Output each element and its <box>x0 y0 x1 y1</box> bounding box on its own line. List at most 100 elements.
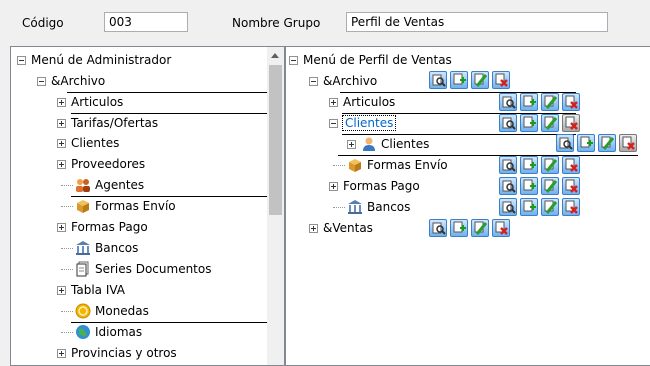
collapse-icon[interactable] <box>329 118 338 128</box>
tree-node-clientes[interactable]: Clientes <box>57 133 119 153</box>
tree-node-articulos[interactable]: Articulos <box>57 92 123 112</box>
tree-label: &Archivo <box>323 74 378 88</box>
expand-icon[interactable] <box>329 181 338 191</box>
view-button[interactable] <box>429 71 447 89</box>
expand-icon[interactable] <box>57 97 66 107</box>
admin-menu-tree[interactable]: Menú de Administrador &Archivo Articulos… <box>10 46 285 366</box>
expand-icon[interactable] <box>329 97 338 107</box>
tree-node-tabla-iva[interactable]: Tabla IVA <box>57 280 125 300</box>
tree-node-formas-pago[interactable]: Formas Pago <box>329 176 420 196</box>
delete-button[interactable] <box>492 219 510 237</box>
tree-node-monedas[interactable]: Monedas <box>61 301 149 321</box>
codigo-label: Código <box>22 16 64 30</box>
add-button[interactable] <box>450 219 468 237</box>
expand-icon[interactable] <box>57 285 66 295</box>
view-button[interactable] <box>499 156 517 174</box>
collapse-icon[interactable] <box>17 55 26 65</box>
bank-icon <box>347 199 363 215</box>
view-button[interactable] <box>499 198 517 216</box>
tree-label: Clientes <box>381 137 430 151</box>
tree-node-root[interactable]: Menú de Perfil de Ventas <box>289 50 452 70</box>
tree-node-formas-pago[interactable]: Formas Pago <box>57 217 148 237</box>
collapse-icon[interactable] <box>289 55 298 65</box>
edit-button[interactable] <box>598 134 616 152</box>
tree-label: &Archivo <box>51 74 106 88</box>
agents-icon <box>75 177 91 193</box>
expand-icon[interactable] <box>57 348 66 358</box>
tree-label: &Ventas <box>323 221 373 235</box>
tree-node-tarifas[interactable]: Tarifas/Ofertas <box>57 113 158 133</box>
tree-label: Tabla IVA <box>71 283 126 297</box>
documents-icon <box>75 261 91 277</box>
collapse-icon[interactable] <box>37 76 46 86</box>
tree-label: Idiomas <box>95 325 143 339</box>
tree-node-clientes-folder[interactable]: Clientes <box>329 113 397 133</box>
expand-icon[interactable] <box>57 138 66 148</box>
tree-node-archivo[interactable]: &Archivo <box>37 71 105 91</box>
delete-button[interactable] <box>562 93 580 111</box>
tree-label: Formas Pago <box>71 220 148 234</box>
action-toolbar <box>429 219 513 237</box>
add-button[interactable] <box>520 177 538 195</box>
edit-button[interactable] <box>471 219 489 237</box>
expand-icon[interactable] <box>309 223 318 233</box>
codigo-field[interactable]: 003 <box>104 12 188 32</box>
box-icon <box>347 157 363 173</box>
edit-button[interactable] <box>541 177 559 195</box>
tree-label: Agentes <box>95 178 145 192</box>
add-button[interactable] <box>520 93 538 111</box>
tree-node-proveedores[interactable]: Proveedores <box>57 154 145 174</box>
tree-node-agentes[interactable]: Agentes <box>61 175 144 195</box>
coin-icon <box>75 303 91 319</box>
view-button[interactable] <box>429 219 447 237</box>
add-button[interactable] <box>520 114 538 132</box>
tree-node-provincias[interactable]: Provincias y otros <box>57 343 177 363</box>
tree-node-archivo[interactable]: &Archivo <box>309 71 377 91</box>
expand-icon[interactable] <box>57 222 66 232</box>
delete-button[interactable] <box>562 156 580 174</box>
view-button[interactable] <box>499 177 517 195</box>
tree-label: Clientes <box>71 136 120 150</box>
tree-label: Series Documentos <box>95 262 212 276</box>
delete-button[interactable] <box>619 134 637 152</box>
tree-node-root[interactable]: Menú de Administrador <box>17 50 171 70</box>
action-toolbar <box>556 134 640 152</box>
expand-icon[interactable] <box>57 118 66 128</box>
view-button[interactable] <box>556 134 574 152</box>
scroll-up-icon[interactable] <box>271 53 279 58</box>
add-button[interactable] <box>520 198 538 216</box>
view-button[interactable] <box>499 93 517 111</box>
tree-node-clientes[interactable]: Clientes <box>347 134 429 154</box>
delete-button[interactable] <box>562 198 580 216</box>
collapse-icon[interactable] <box>309 76 318 86</box>
scrollbar-thumb[interactable] <box>269 65 282 215</box>
tree-node-formas-envio[interactable]: Formas Envío <box>333 155 448 175</box>
nombre-grupo-field[interactable]: Perfil de Ventas <box>346 12 608 32</box>
delete-button[interactable] <box>562 177 580 195</box>
tree-node-articulos[interactable]: Articulos <box>329 92 395 112</box>
edit-button[interactable] <box>541 114 559 132</box>
add-button[interactable] <box>520 156 538 174</box>
tree-node-idiomas[interactable]: Idiomas <box>61 322 142 342</box>
tree-label: Articulos <box>343 95 396 109</box>
add-button[interactable] <box>450 71 468 89</box>
tree-node-formas-envio[interactable]: Formas Envío <box>61 196 176 216</box>
action-toolbar <box>429 71 513 89</box>
profile-menu-tree[interactable]: Menú de Perfil de Ventas &Archivo Articu… <box>285 46 650 366</box>
edit-button[interactable] <box>541 198 559 216</box>
tree-node-bancos[interactable]: Bancos <box>61 238 138 258</box>
expand-icon[interactable] <box>347 139 356 149</box>
tree-label: Bancos <box>367 200 411 214</box>
tree-node-series[interactable]: Series Documentos <box>61 259 211 279</box>
delete-button[interactable] <box>562 114 580 132</box>
tree-node-bancos[interactable]: Bancos <box>333 197 410 217</box>
tree-node-ventas[interactable]: &Ventas <box>309 218 373 238</box>
vertical-scrollbar[interactable] <box>267 47 284 365</box>
add-button[interactable] <box>577 134 595 152</box>
edit-button[interactable] <box>541 93 559 111</box>
edit-button[interactable] <box>471 71 489 89</box>
edit-button[interactable] <box>541 156 559 174</box>
expand-icon[interactable] <box>57 159 66 169</box>
delete-button[interactable] <box>492 71 510 89</box>
view-button[interactable] <box>499 114 517 132</box>
